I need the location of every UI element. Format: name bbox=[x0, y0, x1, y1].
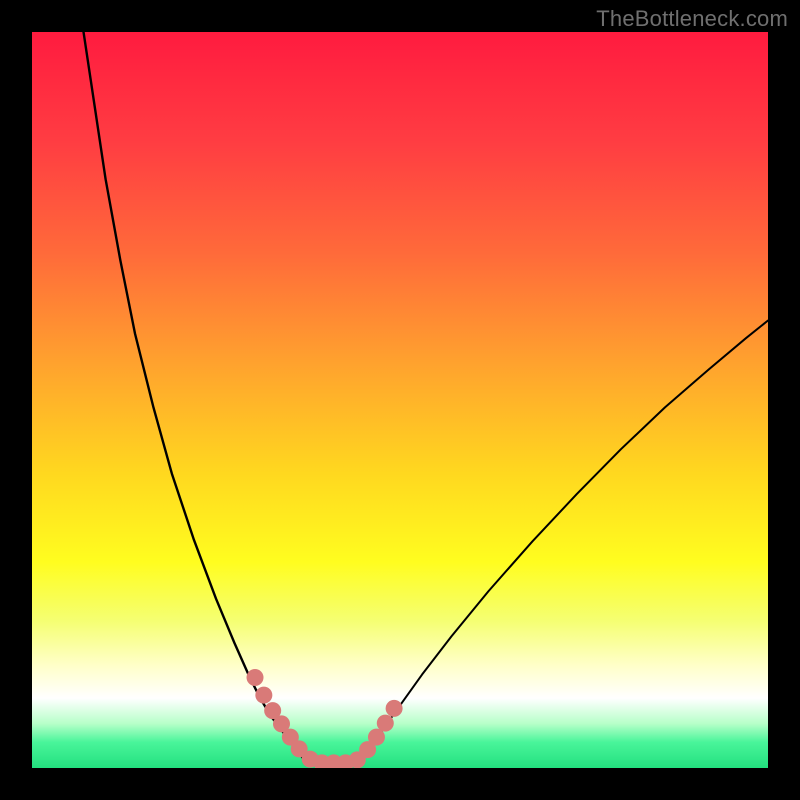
marker-dot bbox=[377, 715, 394, 732]
gradient-background bbox=[32, 32, 768, 768]
chart-frame: TheBottleneck.com bbox=[0, 0, 800, 800]
chart-svg bbox=[32, 32, 768, 768]
watermark-text: TheBottleneck.com bbox=[596, 6, 788, 32]
plot-area bbox=[32, 32, 768, 768]
marker-dot bbox=[368, 729, 385, 746]
marker-dot bbox=[386, 700, 403, 717]
marker-dot bbox=[255, 687, 272, 704]
marker-dot bbox=[247, 669, 264, 686]
